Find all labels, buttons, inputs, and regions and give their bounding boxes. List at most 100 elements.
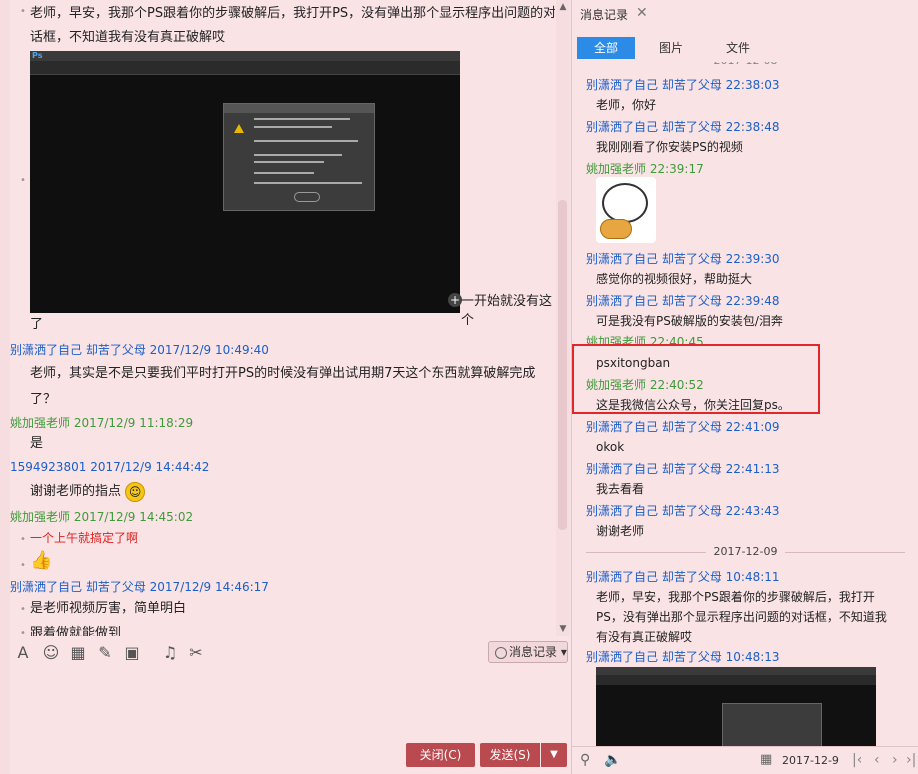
sender-name: 别潇洒了自己 却苦了父母 [586,570,722,584]
speaker-icon[interactable]: 🔈 [604,752,621,768]
edit-icon[interactable]: ✎ [96,643,114,663]
filter-all[interactable]: 全部 [577,37,635,59]
calendar-icon[interactable]: ▦ [760,752,772,767]
chat-message-area[interactable]: • 老师，早安，我那个PS跟着你的步骤破解后，我打开PS，没有弹出那个显示程序出… [10,0,555,636]
timestamp: 2017/12/9 11:18:29 [73,416,194,430]
history-header: 别潇洒了自己 却苦了父母 22:38:48 [586,118,780,135]
close-button[interactable]: 关闭(C) [406,743,475,767]
message-header: 姚加强老师 2017/12/9 14:45:02 [10,508,193,525]
history-header: 别潇洒了自己 却苦了父母 10:48:13 [586,648,780,665]
message-header: 1594923801 2017/12/9 14:44:42 [10,460,209,474]
sender-name: 姚加强老师 [10,416,71,430]
ps-logo: Ps [32,51,43,60]
timestamp: 22:39:30 [725,252,780,266]
next-page-icon[interactable]: › [892,752,898,768]
timestamp: 22:41:09 [725,420,780,434]
bullet: • [20,560,26,571]
timestamp: 2017/12/9 14:46:17 [149,580,269,594]
photoshop-screenshot-thumbnail[interactable] [596,667,876,746]
sender-name: 别潇洒了自己 却苦了父母 [586,252,722,266]
history-text: okok [596,440,625,454]
date-separator: 2017-12-08 [572,62,918,67]
last-page-icon[interactable]: ›| [906,752,916,768]
message-text: 了 [30,317,44,332]
history-text: 老师，早安，我那个PS跟着你的步骤破解后，我打开PS，没有弹出那个显示程序出问题… [596,590,887,644]
timestamp: 10:48:13 [725,650,780,664]
zoom-in-icon[interactable]: + [448,293,462,307]
grin-emoji-icon: ☺ [125,481,146,502]
history-header: 别潇洒了自己 却苦了父母 22:39:30 [586,250,780,267]
filter-files[interactable]: 文件 [709,37,767,59]
prev-page-icon[interactable]: ‹ [874,752,880,768]
message-text: 是 [30,436,44,451]
sender-name: 1594923801 [10,460,87,474]
send-options-chevron-down-icon[interactable]: ▼ [541,743,567,767]
sticker-image[interactable] [596,177,656,243]
chat-window: • 老师，早安，我那个PS跟着你的步骤破解后，我打开PS，没有弹出那个显示程序出… [0,0,570,774]
first-page-icon[interactable]: |‹ [852,752,862,768]
message-text: 老师，其实是不是只要我们平时打开PS的时候没有弹出试用期7天这个东西就算破解完成… [30,366,536,407]
scissors-icon[interactable]: ✂ [187,643,205,663]
screenshot-dialog [223,103,375,211]
send-button[interactable]: 发送(S) [480,743,540,767]
filter-images[interactable]: 图片 [642,37,700,59]
scroll-thumb[interactable] [558,200,567,530]
current-date[interactable]: 2017-12-9 [782,754,839,767]
bullet: • [20,628,26,636]
timestamp: 2017/12/9 10:49:40 [149,343,269,357]
history-header: 别潇洒了自己 却苦了父母 22:41:13 [586,460,780,477]
history-list[interactable]: 2017-12-08 别潇洒了自己 却苦了父母 22:38:03 老师，你好 别… [572,62,918,746]
message-text: 谢谢老师的指点 [30,484,122,499]
message-header: 别潇洒了自己 却苦了父母 2017/12/9 14:46:17 [10,578,269,595]
message-text: 跟着做就能做到 [30,626,122,636]
sender-name: 别潇洒了自己 却苦了父母 [586,462,722,476]
date-separator: 2017-12-09 [572,545,918,558]
sender-name: 别潇洒了自己 却苦了父母 [586,504,722,518]
history-text: 老师，你好 [596,98,657,112]
history-text: 可是我没有PS破解版的安装包/泪奔 [596,314,783,328]
history-panel: 消息记录 ✕ 全部 图片 文件 2017-12-08 别潇洒了自己 却苦了父母 … [571,0,918,774]
image-icon[interactable]: ▣ [123,643,141,663]
message-line: 👍 [30,549,555,574]
sender-name: 别潇洒了自己 却苦了父母 [10,343,146,357]
timestamp: 22:38:03 [725,78,780,92]
history-tab-label[interactable]: 消息记录 [580,6,628,23]
music-icon[interactable]: ♫ [161,643,179,663]
timestamp: 2017/12/9 14:45:02 [73,510,194,524]
timestamp: 22:39:17 [649,162,704,176]
sender-name: 别潇洒了自己 却苦了父母 [586,420,722,434]
history-header: 别潇洒了自己 却苦了父母 22:41:09 [586,418,780,435]
history-label: 消息记录 [509,645,558,659]
sender-name: 姚加强老师 [10,510,71,524]
emoji-icon[interactable]: ☺ [42,643,60,663]
history-text: 谢谢老师 [596,524,645,538]
timestamp: 22:41:13 [725,462,780,476]
sender-name: 别潇洒了自己 却苦了父母 [586,78,722,92]
message-history-button[interactable]: 消息记录 ▾ [488,641,568,663]
scroll-down-icon[interactable]: ▼ [556,624,570,634]
history-header: 别潇洒了自己 却苦了父母 10:48:11 [586,568,780,585]
left-edge-strip [0,0,10,774]
history-text: 感觉你的视频很好，帮助挺大 [596,272,753,286]
scroll-up-icon[interactable]: ▲ [556,2,570,12]
input-toolbar: A ☺ ▦ ✎ ▣ ♫ ✂ 消息记录 ▾ [10,637,570,669]
search-icon[interactable]: ⚲ [580,752,590,768]
message-text: 老师，早安，我那个PS跟着你的步骤破解后，我打开PS，没有弹出那个显示程序出问题… [30,6,555,45]
close-icon[interactable]: ✕ [636,5,648,21]
font-icon[interactable]: A [14,643,32,663]
message-input[interactable] [10,669,570,739]
history-header: 别潇洒了自己 却苦了父母 22:39:48 [586,292,780,309]
sender-name: 别潇洒了自己 却苦了父母 [10,580,146,594]
thumbs-up-icon: 👍 [30,550,53,571]
sender-name: 姚加强老师 [586,162,647,176]
message-text: 一个上午就搞定了啊 [30,531,139,545]
message-text: 是老师视频厉害，简单明白 [30,601,187,616]
photoshop-screenshot-image[interactable]: Ps [30,51,460,313]
sender-name: 别潇洒了自己 却苦了父母 [586,294,722,308]
history-header: 别潇洒了自己 却苦了父母 22:38:03 [586,76,780,93]
message-header: 别潇洒了自己 却苦了父母 2017/12/9 10:49:40 [10,341,269,358]
gif-icon[interactable]: ▦ [69,643,87,663]
clock-icon [495,646,507,659]
timestamp: 22:38:48 [725,120,780,134]
history-footer: ⚲ 🔈 ▦ 2017-12-9 |‹ ‹ › ›| [572,746,918,774]
